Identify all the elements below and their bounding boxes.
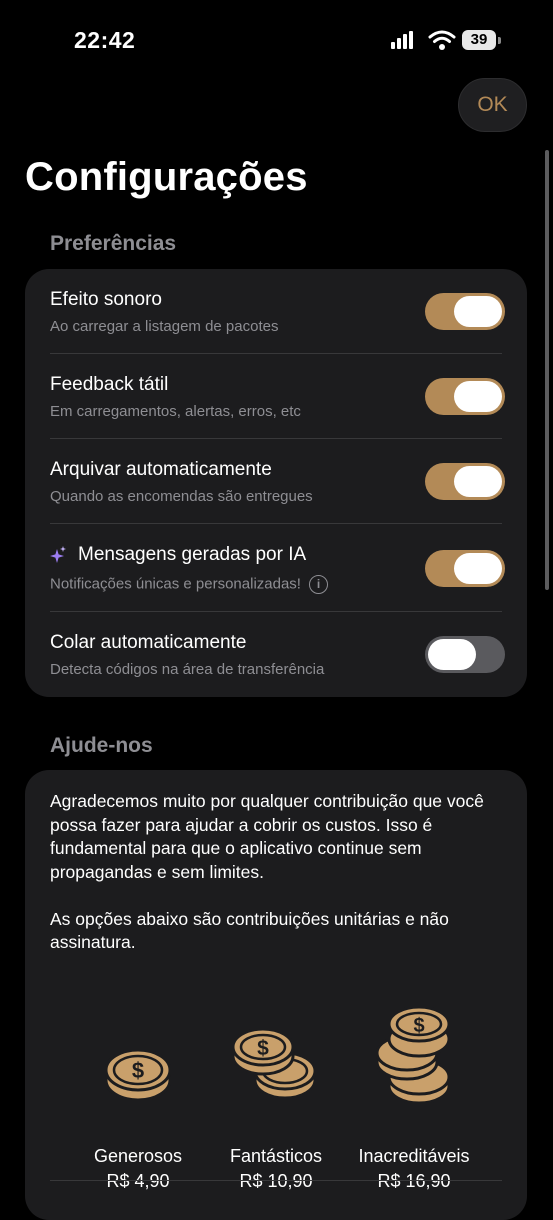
two-coins-icon: $ xyxy=(231,1027,317,1100)
svg-text:$: $ xyxy=(257,1037,269,1060)
tier-name: Inacreditáveis xyxy=(358,1146,470,1166)
svg-text:$: $ xyxy=(413,1015,424,1037)
tier-inacreditaveis[interactable]: $ Inacreditáveis R$ 16,90 xyxy=(339,998,489,1198)
tier-fantasticos[interactable]: $ Fantásticos R$ 10,90 xyxy=(201,998,351,1198)
help-paragraph: As opções abaixo são contribuições unitá… xyxy=(50,908,449,953)
pref-description: Quando as encomendas são entregues xyxy=(50,488,313,505)
help-paragraph: Agradecemos muito por qualquer contribui… xyxy=(50,791,484,882)
status-icons: 39 xyxy=(390,30,505,52)
help-card: Agradecemos muito por qualquer contribui… xyxy=(25,770,527,1220)
status-time: 22:42 xyxy=(74,27,136,53)
pref-row-sound-effect: Efeito sonoro Ao carregar a listagem de … xyxy=(25,269,527,354)
sound-effect-toggle[interactable] xyxy=(425,293,505,330)
toggle-knob xyxy=(454,553,502,584)
sparkles-icon xyxy=(50,546,66,563)
contribution-tiers: $ Generosos R$ 4,90 $ Fantásticos R$ 10,… xyxy=(25,998,527,1198)
pref-description: Ao carregar a listagem de pacotes xyxy=(50,318,279,335)
pref-row-haptic-feedback: Feedback tátil Em carregamentos, alertas… xyxy=(25,354,527,439)
wifi-icon xyxy=(428,30,456,50)
toggle-knob xyxy=(454,381,502,412)
ok-button[interactable]: OK xyxy=(458,78,527,132)
single-coin-icon: $ xyxy=(104,1048,172,1102)
tier-price: R$ 16,90 xyxy=(377,1171,451,1191)
pref-title: Arquivar automaticamente xyxy=(50,459,272,480)
page-title: Configurações xyxy=(25,155,308,199)
battery-tip xyxy=(498,37,501,44)
pref-title: Colar automaticamente xyxy=(50,632,247,653)
scroll-indicator[interactable] xyxy=(545,150,549,590)
pref-description: Notificações únicas e personalizadas! xyxy=(50,575,301,593)
pref-title: Efeito sonoro xyxy=(50,289,162,310)
pref-title: Mensagens geradas por IA xyxy=(78,544,307,565)
toggle-knob xyxy=(454,296,502,327)
status-bar: 22:42 39 xyxy=(0,0,553,80)
preferences-card: Efeito sonoro Ao carregar a listagem de … xyxy=(25,269,527,697)
battery-icon: 39 xyxy=(462,30,496,50)
help-text: Agradecemos muito por qualquer contribui… xyxy=(50,790,505,978)
pref-title: Feedback tátil xyxy=(50,374,169,395)
auto-paste-toggle[interactable] xyxy=(425,636,505,673)
tier-name: Fantásticos xyxy=(229,1146,323,1166)
svg-text:$: $ xyxy=(132,1058,144,1083)
tier-generosos[interactable]: $ Generosos R$ 4,90 xyxy=(63,998,213,1198)
pref-row-ai-messages: Mensagens geradas por IA Notificações ún… xyxy=(25,524,527,612)
tier-price: R$ 10,90 xyxy=(239,1171,313,1191)
auto-archive-toggle[interactable] xyxy=(425,463,505,500)
pref-row-auto-paste: Colar automaticamente Detecta códigos na… xyxy=(25,612,527,697)
tier-price: R$ 4,90 xyxy=(106,1171,170,1191)
toggle-knob xyxy=(428,639,476,670)
pref-description: Em carregamentos, alertas, erros, etc xyxy=(50,403,301,420)
pref-description-wrapper: Notificações únicas e personalizadas! i xyxy=(50,575,328,594)
pref-row-auto-archive: Arquivar automaticamente Quando as encom… xyxy=(25,439,527,524)
ai-messages-toggle[interactable] xyxy=(425,550,505,587)
haptic-feedback-toggle[interactable] xyxy=(425,378,505,415)
tier-name: Generosos xyxy=(93,1146,183,1166)
pref-description: Detecta códigos na área de transferência xyxy=(50,661,325,678)
help-section-title: Ajude-nos xyxy=(50,734,153,757)
coin-stack-icon: $ xyxy=(375,1005,451,1105)
preferences-section-title: Preferências xyxy=(50,232,177,255)
info-icon[interactable]: i xyxy=(308,575,328,594)
cellular-signal-icon xyxy=(391,31,413,49)
toggle-knob xyxy=(454,466,502,497)
divider xyxy=(50,1180,502,1181)
